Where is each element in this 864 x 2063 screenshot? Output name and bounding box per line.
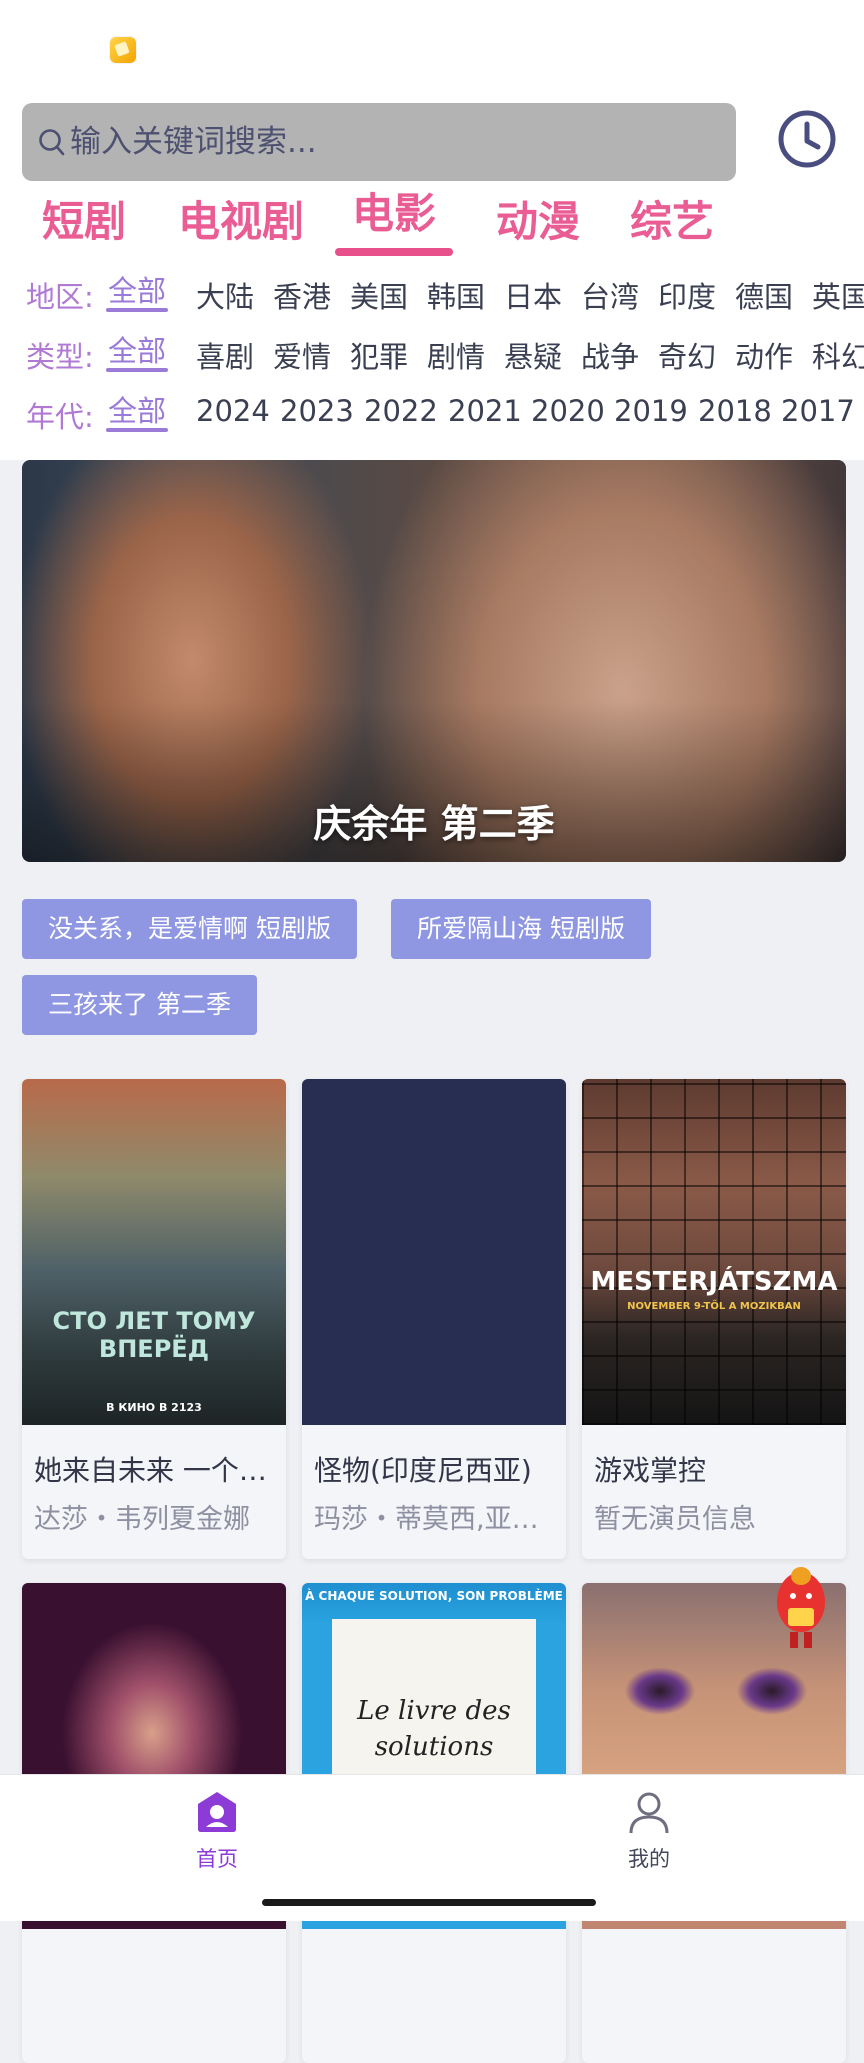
movie-poster: MESTERJÁTSZMA NOVEMBER 9-TŐL A MOZIKBAN bbox=[582, 1079, 846, 1425]
filter-option[interactable]: 2021 bbox=[448, 394, 522, 428]
tab-anime[interactable]: 动漫 bbox=[496, 188, 580, 249]
filter-option[interactable]: 日本 bbox=[504, 274, 562, 316]
filter-option[interactable]: 犯罪 bbox=[350, 334, 408, 376]
filter-option[interactable]: 悬疑 bbox=[504, 334, 562, 376]
filter-option-region-all[interactable]: 全部 bbox=[108, 272, 166, 310]
filter-option[interactable]: 2022 bbox=[364, 394, 438, 428]
filter-option[interactable]: 奇幻 bbox=[658, 334, 716, 376]
nav-profile-label: 我的 bbox=[628, 1847, 670, 1871]
nav-home[interactable]: 首页 bbox=[157, 1789, 277, 1873]
filter-option[interactable]: 2019 bbox=[614, 394, 688, 428]
search-bar[interactable] bbox=[22, 103, 736, 181]
filter-option[interactable]: 印度 bbox=[658, 274, 716, 316]
tab-movies[interactable]: 电影 bbox=[352, 180, 436, 241]
poster-title-text: СТО ЛЕТ ТОМУ ВПЕРЁД bbox=[52, 1307, 256, 1363]
home-indicator bbox=[262, 1899, 596, 1906]
floating-mascot-icon[interactable] bbox=[770, 1562, 832, 1654]
notification-app-icon bbox=[110, 37, 136, 63]
filter-option[interactable]: 韩国 bbox=[427, 274, 485, 316]
tab-variety[interactable]: 综艺 bbox=[630, 188, 714, 249]
filter-option[interactable]: 动作 bbox=[735, 334, 793, 376]
movie-poster-placeholder bbox=[302, 1079, 566, 1425]
filter-option[interactable]: 英国 bbox=[812, 274, 864, 316]
movie-cast: 达莎・韦列夏金娜 bbox=[34, 1504, 250, 1535]
filter-option[interactable]: 科幻 bbox=[812, 334, 864, 376]
movie-cast: 暂无演员信息 bbox=[594, 1504, 756, 1535]
filter-row-genre: 类型: 全部 喜剧 爱情 犯罪 剧情 悬疑 战争 奇幻 动作 科幻 bbox=[0, 332, 864, 376]
poster-subtitle-text: À CHAQUE SOLUTION, SON PROBLÈME bbox=[305, 1589, 563, 1603]
filter-option[interactable]: 2020 bbox=[531, 394, 605, 428]
history-clock-icon[interactable] bbox=[776, 108, 838, 170]
filter-option[interactable]: 美国 bbox=[350, 274, 408, 316]
poster-subtitle-text: В КИНО В 2123 bbox=[106, 1401, 202, 1414]
filter-option[interactable]: 喜剧 bbox=[196, 334, 254, 376]
poster-title-text: MESTERJÁTSZMA bbox=[590, 1267, 838, 1297]
filter-selected-underline bbox=[106, 368, 168, 372]
quick-tag-chip[interactable]: 所爱隔山海 短剧版 bbox=[391, 899, 651, 959]
user-icon bbox=[629, 1792, 669, 1834]
active-tab-indicator bbox=[335, 248, 453, 256]
filter-row-year: 年代: 全部 2024 2023 2022 2021 2020 2019 201… bbox=[0, 392, 864, 436]
filter-label-region: 地区: bbox=[26, 280, 94, 314]
filter-row-region: 地区: 全部 大陆 香港 美国 韩国 日本 台湾 印度 德国 英国 bbox=[0, 272, 864, 316]
tab-short-drama[interactable]: 短剧 bbox=[42, 188, 126, 249]
home-icon bbox=[198, 1792, 236, 1832]
filter-option[interactable]: 台湾 bbox=[581, 274, 639, 316]
movie-title: 怪物(印度尼西亚) bbox=[314, 1454, 532, 1487]
filter-option[interactable]: 剧情 bbox=[427, 334, 485, 376]
quick-tag-chip[interactable]: 没关系，是爱情啊 短剧版 bbox=[22, 899, 357, 959]
movie-card[interactable]: 怪物(印度尼西亚) 玛莎・蒂莫西,亚历山德拉 bbox=[302, 1079, 566, 1559]
poster-title-text: Le livre des solutions bbox=[357, 1696, 511, 1762]
search-icon bbox=[39, 129, 65, 156]
filter-label-year: 年代: bbox=[26, 400, 94, 434]
filter-option[interactable]: 香港 bbox=[273, 274, 331, 316]
banner-title: 庆余年 第二季 bbox=[313, 802, 555, 846]
filter-option[interactable]: 2024 bbox=[196, 394, 270, 428]
filter-option-year-all[interactable]: 全部 bbox=[108, 392, 166, 430]
featured-banner[interactable]: 庆余年 第二季 bbox=[22, 460, 846, 862]
filter-option-genre-all[interactable]: 全部 bbox=[108, 332, 166, 370]
filter-option[interactable]: 2017 bbox=[781, 394, 855, 428]
filter-option[interactable]: 战争 bbox=[581, 334, 639, 376]
filter-option[interactable]: 2018 bbox=[698, 394, 772, 428]
tab-tv-series[interactable]: 电视剧 bbox=[178, 188, 304, 249]
movie-poster: СТО ЛЕТ ТОМУ ВПЕРЁД В КИНО В 2123 bbox=[22, 1079, 286, 1425]
poster-subtitle-text: NOVEMBER 9-TŐL A MOZIKBAN bbox=[627, 1301, 801, 1312]
quick-tag-chip[interactable]: 三孩来了 第二季 bbox=[22, 975, 257, 1035]
filter-option[interactable]: 德国 bbox=[735, 274, 793, 316]
movie-card[interactable]: MESTERJÁTSZMA NOVEMBER 9-TŐL A MOZIKBAN … bbox=[582, 1079, 846, 1559]
nav-home-label: 首页 bbox=[196, 1847, 238, 1871]
movie-card[interactable]: СТО ЛЕТ ТОМУ ВПЕРЁД В КИНО В 2123 她来自未来 … bbox=[22, 1079, 286, 1559]
filter-option[interactable]: 2023 bbox=[280, 394, 354, 428]
movie-cast: 玛莎・蒂莫西,亚历山德拉 bbox=[314, 1504, 558, 1535]
filter-selected-underline bbox=[106, 308, 168, 312]
filter-selected-underline bbox=[106, 428, 168, 432]
filter-option[interactable]: 爱情 bbox=[273, 334, 331, 376]
filter-label-genre: 类型: bbox=[26, 340, 94, 374]
search-input[interactable] bbox=[68, 123, 712, 161]
movie-title: 她来自未来 一个世纪之后 bbox=[34, 1454, 278, 1487]
movie-title: 游戏掌控 bbox=[594, 1454, 707, 1487]
filter-option[interactable]: 大陆 bbox=[196, 274, 254, 316]
nav-profile[interactable]: 我的 bbox=[589, 1789, 709, 1873]
